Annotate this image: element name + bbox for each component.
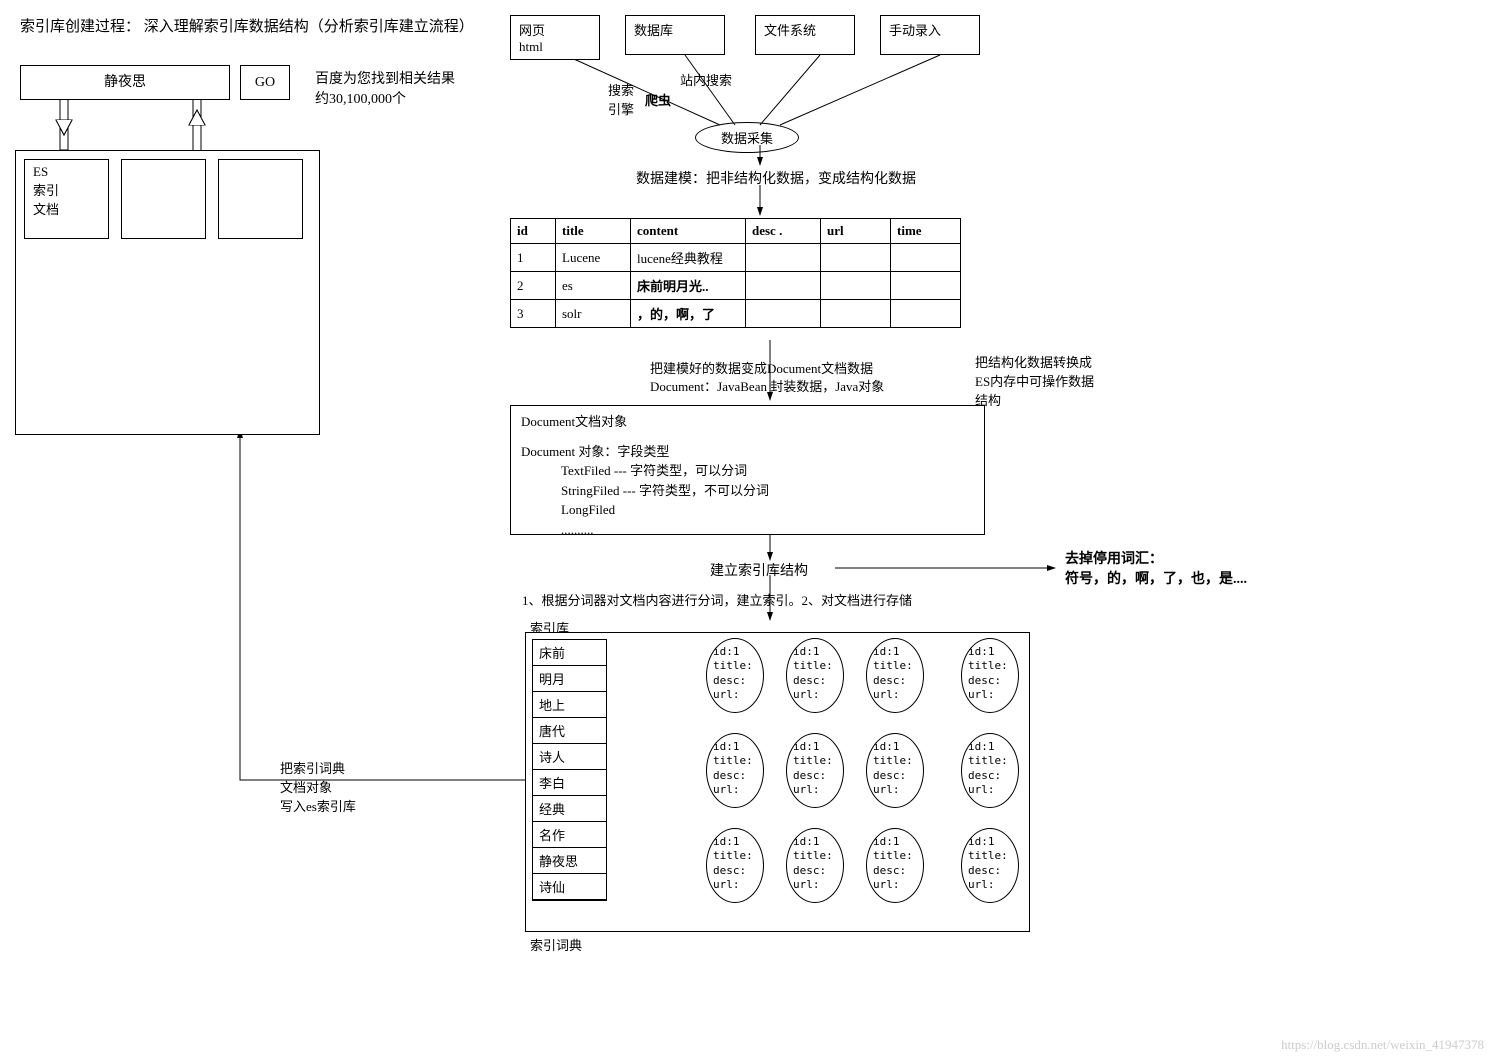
doc-ellipse: id:1 title: desc: url:: [706, 733, 764, 808]
index-lib-box: 床前明月地上唐代诗人李白经典名作静夜思诗仙 id:1 title: desc: …: [525, 632, 1030, 932]
doc-ellipse: id:1 title: desc: url:: [866, 733, 924, 808]
doc-l1: Document 对象：字段类型: [521, 442, 974, 462]
cell: 2: [511, 272, 556, 300]
doc-note1: 把建模好的数据变成Document文档数据: [650, 358, 873, 377]
write-note: 把索引词典 文档对象 写入es索引库: [280, 758, 356, 815]
doc-l3: StringFiled --- 字符类型，不可以分词: [521, 481, 974, 501]
doc-ellipse: id:1 title: desc: url:: [961, 638, 1019, 713]
diagram-title: 索引库创建过程： 深入理解索引库数据结构（分析索引库建立流程）: [20, 15, 474, 36]
dict-item: 诗仙: [533, 874, 606, 900]
source-db: 数据库: [625, 15, 725, 55]
dict-title: 索引词典: [530, 935, 582, 954]
cell: [891, 272, 961, 300]
cell: [746, 244, 821, 272]
dict-item: 地上: [533, 692, 606, 718]
cell: [821, 300, 891, 328]
cell: [821, 244, 891, 272]
cell: Lucene: [556, 244, 631, 272]
doc-title: Document文档对象: [521, 412, 974, 432]
doc-ellipse: id:1 title: desc: url:: [786, 638, 844, 713]
doc-l4: LongFiled: [521, 500, 974, 520]
watermark: https://blog.csdn.net/weixin_41947378: [1281, 1037, 1484, 1053]
dict-item: 诗人: [533, 744, 606, 770]
funnel-bold: 爬虫: [645, 90, 671, 109]
dict-item: 经典: [533, 796, 606, 822]
cell: [746, 272, 821, 300]
doc-l5: ..........: [521, 520, 974, 540]
es-doc-box: ES 索引 文档: [24, 159, 109, 239]
es-container: ES 索引 文档: [15, 150, 320, 435]
source-web: 网页 html: [510, 15, 600, 60]
cell: 3: [511, 300, 556, 328]
th-content: content: [631, 219, 746, 244]
data-collect: 数据采集: [695, 122, 799, 153]
dict-item: 静夜思: [533, 848, 606, 874]
es-empty1: [121, 159, 206, 239]
funnel-right: 站内搜索: [680, 70, 732, 89]
cell: 床前明月光..: [631, 272, 746, 300]
doc-ellipse: id:1 title: desc: url:: [706, 638, 764, 713]
modeling-text: 数据建模：把非结构化数据，变成结构化数据: [636, 168, 916, 188]
dict-item: 名作: [533, 822, 606, 848]
funnel-left: 搜索 引擎: [608, 80, 634, 118]
search-input[interactable]: 静夜思: [20, 65, 230, 100]
cell: lucene经典教程: [631, 244, 746, 272]
data-table: idtitlecontentdesc .urltime 1Lucenelucen…: [510, 218, 961, 328]
doc-ellipse: id:1 title: desc: url:: [786, 828, 844, 903]
source-fs: 文件系统: [755, 15, 855, 55]
go-button[interactable]: GO: [240, 65, 290, 100]
th-time: time: [891, 219, 961, 244]
doc-note2: Document：JavaBean 封装数据，Java对象: [650, 376, 884, 395]
cell: [746, 300, 821, 328]
document-box: Document文档对象 Document 对象：字段类型 TextFiled …: [510, 405, 985, 535]
step-text: 1、根据分词器对文档内容进行分词，建立索引。2、对文档进行存储: [522, 590, 912, 609]
doc-ellipse: id:1 title: desc: url:: [786, 733, 844, 808]
result-line1: 百度为您找到相关结果: [315, 68, 455, 88]
doc-ellipse: id:1 title: desc: url:: [961, 828, 1019, 903]
cell: [891, 244, 961, 272]
dict-column: 床前明月地上唐代诗人李白经典名作静夜思诗仙: [532, 639, 607, 901]
doc-l2: TextFiled --- 字符类型，可以分词: [521, 461, 974, 481]
result-line2: 约30,100,000个: [315, 88, 406, 108]
cell: solr: [556, 300, 631, 328]
source-manual: 手动录入: [880, 15, 980, 55]
th-desc .: desc .: [746, 219, 821, 244]
th-id: id: [511, 219, 556, 244]
cell: es: [556, 272, 631, 300]
doc-ellipse: id:1 title: desc: url:: [961, 733, 1019, 808]
cell: 1: [511, 244, 556, 272]
doc-ellipse: id:1 title: desc: url:: [866, 638, 924, 713]
es-empty2: [218, 159, 303, 239]
dict-item: 唐代: [533, 718, 606, 744]
index-build: 建立索引库结构: [710, 560, 808, 580]
dict-item: 明月: [533, 666, 606, 692]
th-url: url: [821, 219, 891, 244]
th-title: title: [556, 219, 631, 244]
dict-item: 李白: [533, 770, 606, 796]
doc-ellipse: id:1 title: desc: url:: [706, 828, 764, 903]
cell: ，的，啊，了: [631, 300, 746, 328]
convert-note: 把结构化数据转换成 ES内存中可操作数据 结构: [975, 352, 1094, 409]
doc-ellipse: id:1 title: desc: url:: [866, 828, 924, 903]
cell: [891, 300, 961, 328]
stopwords: 去掉停用词汇： 符号，的，啊，了，也，是....: [1065, 548, 1247, 588]
dict-item: 床前: [533, 640, 606, 666]
cell: [821, 272, 891, 300]
